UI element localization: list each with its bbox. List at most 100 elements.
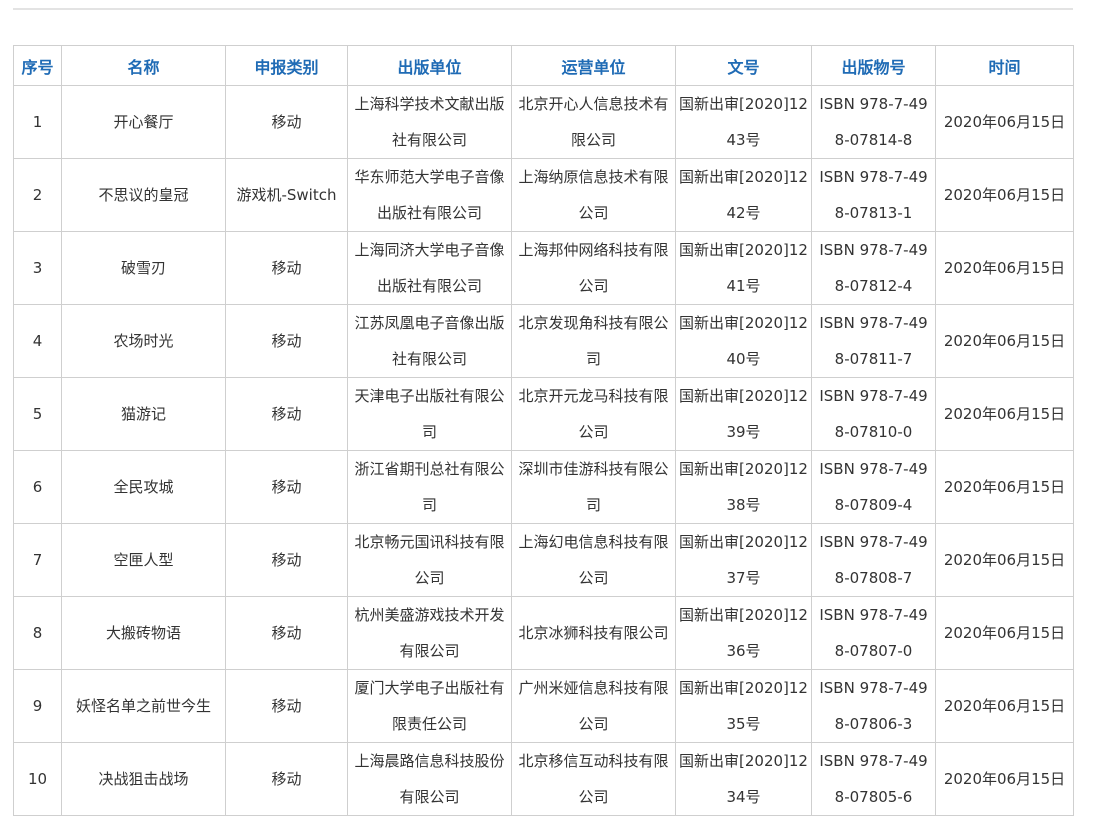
cell-name: 破雪刃 bbox=[61, 231, 226, 305]
cell-index: 10 bbox=[13, 742, 62, 816]
cell-publisher: 华东师范大学电子音像出版社有限公司 bbox=[347, 158, 512, 232]
cell-publisher: 杭州美盛游戏技术开发有限公司 bbox=[347, 596, 512, 670]
cell-name: 农场时光 bbox=[61, 304, 226, 378]
table-row: 5 猫游记 移动 天津电子出版社有限公司 北京开元龙马科技有限公司 国新出审[2020]1… bbox=[13, 377, 1074, 451]
cell-index: 5 bbox=[13, 377, 62, 451]
cell-isbn: ISBN 978-7-498-07808-7 bbox=[811, 523, 936, 597]
cell-date: 2020年06月15日 bbox=[935, 450, 1074, 524]
cell-name: 开心餐厅 bbox=[61, 85, 226, 159]
cell-index: 7 bbox=[13, 523, 62, 597]
cell-publisher: 浙江省期刊总社有限公司 bbox=[347, 450, 512, 524]
cell-index: 8 bbox=[13, 596, 62, 670]
table-header-row: 序号 名称 申报类别 出版单位 运营单位 文号 出版物号 时间 bbox=[13, 45, 1074, 86]
cell-date: 2020年06月15日 bbox=[935, 231, 1074, 305]
table-row: 3 破雪刃 移动 上海同济大学电子音像出版社有限公司 上海邦仲网络科技有限公司 国新出审[… bbox=[13, 231, 1074, 305]
cell-date: 2020年06月15日 bbox=[935, 304, 1074, 378]
cell-operator: 北京冰狮科技有限公司 bbox=[511, 596, 676, 670]
cell-category: 移动 bbox=[225, 742, 348, 816]
cell-date: 2020年06月15日 bbox=[935, 85, 1074, 159]
cell-isbn: ISBN 978-7-498-07807-0 bbox=[811, 596, 936, 670]
cell-publisher: 上海同济大学电子音像出版社有限公司 bbox=[347, 231, 512, 305]
cell-name: 大搬砖物语 bbox=[61, 596, 226, 670]
cell-approval-number: 国新出审[2020]1240号 bbox=[675, 304, 812, 378]
cell-publisher: 江苏凤凰电子音像出版社有限公司 bbox=[347, 304, 512, 378]
cell-name: 全民攻城 bbox=[61, 450, 226, 524]
cell-operator: 深圳市佳游科技有限公司 bbox=[511, 450, 676, 524]
cell-name: 空匣人型 bbox=[61, 523, 226, 597]
header-category: 申报类别 bbox=[225, 45, 348, 86]
cell-publisher: 上海科学技术文献出版社有限公司 bbox=[347, 85, 512, 159]
top-divider bbox=[13, 8, 1073, 10]
cell-isbn: ISBN 978-7-498-07812-4 bbox=[811, 231, 936, 305]
table-body: 1 开心餐厅 移动 上海科学技术文献出版社有限公司 北京开心人信息技术有限公司 国新出审[… bbox=[13, 85, 1074, 816]
cell-category: 移动 bbox=[225, 85, 348, 159]
cell-approval-number: 国新出审[2020]1234号 bbox=[675, 742, 812, 816]
table-row: 7 空匣人型 移动 北京畅元国讯科技有限公司 上海幻电信息科技有限公司 国新出审[2020… bbox=[13, 523, 1074, 597]
table-row: 2 不思议的皇冠 游戏机-Switch 华东师范大学电子音像出版社有限公司 上海纳原信息… bbox=[13, 158, 1074, 232]
cell-publisher: 上海晨路信息科技股份有限公司 bbox=[347, 742, 512, 816]
game-approval-table: 序号 名称 申报类别 出版单位 运营单位 文号 出版物号 时间 1 开心餐厅 移动上… bbox=[13, 45, 1074, 816]
cell-approval-number: 国新出审[2020]1237号 bbox=[675, 523, 812, 597]
cell-name: 妖怪名单之前世今生 bbox=[61, 669, 226, 743]
cell-category: 移动 bbox=[225, 377, 348, 451]
cell-approval-number: 国新出审[2020]1242号 bbox=[675, 158, 812, 232]
cell-approval-number: 国新出审[2020]1238号 bbox=[675, 450, 812, 524]
cell-date: 2020年06月15日 bbox=[935, 377, 1074, 451]
cell-date: 2020年06月15日 bbox=[935, 742, 1074, 816]
cell-approval-number: 国新出审[2020]1243号 bbox=[675, 85, 812, 159]
cell-category: 移动 bbox=[225, 669, 348, 743]
cell-index: 4 bbox=[13, 304, 62, 378]
cell-operator: 北京开元龙马科技有限公司 bbox=[511, 377, 676, 451]
cell-isbn: ISBN 978-7-498-07813-1 bbox=[811, 158, 936, 232]
table-row: 10 决战狙击战场 移动 上海晨路信息科技股份有限公司 北京移信互动科技有限公司 国新出审… bbox=[13, 742, 1074, 816]
cell-operator: 上海幻电信息科技有限公司 bbox=[511, 523, 676, 597]
cell-category: 移动 bbox=[225, 450, 348, 524]
table-row: 6 全民攻城 移动 浙江省期刊总社有限公司 深圳市佳游科技有限公司 国新出审[2020]1… bbox=[13, 450, 1074, 524]
cell-index: 1 bbox=[13, 85, 62, 159]
table-row: 4 农场时光 移动 江苏凤凰电子音像出版社有限公司 北京发现角科技有限公司 国新出审[20… bbox=[13, 304, 1074, 378]
cell-approval-number: 国新出审[2020]1241号 bbox=[675, 231, 812, 305]
cell-operator: 北京移信互动科技有限公司 bbox=[511, 742, 676, 816]
header-publisher: 出版单位 bbox=[347, 45, 512, 86]
cell-publisher: 厦门大学电子出版社有限责任公司 bbox=[347, 669, 512, 743]
cell-category: 移动 bbox=[225, 304, 348, 378]
cell-index: 2 bbox=[13, 158, 62, 232]
cell-date: 2020年06月15日 bbox=[935, 523, 1074, 597]
cell-publisher: 北京畅元国讯科技有限公司 bbox=[347, 523, 512, 597]
table-row: 9 妖怪名单之前世今生 移动 厦门大学电子出版社有限责任公司 广州米娅信息科技有限公司国… bbox=[13, 669, 1074, 743]
cell-approval-number: 国新出审[2020]1239号 bbox=[675, 377, 812, 451]
cell-index: 3 bbox=[13, 231, 62, 305]
cell-isbn: ISBN 978-7-498-07814-8 bbox=[811, 85, 936, 159]
cell-isbn: ISBN 978-7-498-07810-0 bbox=[811, 377, 936, 451]
cell-isbn: ISBN 978-7-498-07805-6 bbox=[811, 742, 936, 816]
cell-operator: 北京开心人信息技术有限公司 bbox=[511, 85, 676, 159]
cell-isbn: ISBN 978-7-498-07806-3 bbox=[811, 669, 936, 743]
header-approval-number: 文号 bbox=[675, 45, 812, 86]
cell-operator: 上海纳原信息技术有限公司 bbox=[511, 158, 676, 232]
cell-category: 移动 bbox=[225, 523, 348, 597]
header-date: 时间 bbox=[935, 45, 1074, 86]
cell-date: 2020年06月15日 bbox=[935, 596, 1074, 670]
cell-approval-number: 国新出审[2020]1236号 bbox=[675, 596, 812, 670]
cell-isbn: ISBN 978-7-498-07809-4 bbox=[811, 450, 936, 524]
cell-category: 移动 bbox=[225, 596, 348, 670]
cell-name: 决战狙击战场 bbox=[61, 742, 226, 816]
cell-approval-number: 国新出审[2020]1235号 bbox=[675, 669, 812, 743]
cell-date: 2020年06月15日 bbox=[935, 669, 1074, 743]
table-row: 8 大搬砖物语 移动 杭州美盛游戏技术开发有限公司 北京冰狮科技有限公司 国新出审[202… bbox=[13, 596, 1074, 670]
header-index: 序号 bbox=[13, 45, 62, 86]
cell-isbn: ISBN 978-7-498-07811-7 bbox=[811, 304, 936, 378]
header-isbn: 出版物号 bbox=[811, 45, 936, 86]
cell-name: 猫游记 bbox=[61, 377, 226, 451]
cell-date: 2020年06月15日 bbox=[935, 158, 1074, 232]
cell-category: 移动 bbox=[225, 231, 348, 305]
header-name: 名称 bbox=[61, 45, 226, 86]
cell-index: 9 bbox=[13, 669, 62, 743]
cell-category: 游戏机-Switch bbox=[225, 158, 348, 232]
cell-operator: 北京发现角科技有限公司 bbox=[511, 304, 676, 378]
cell-operator: 广州米娅信息科技有限公司 bbox=[511, 669, 676, 743]
cell-name: 不思议的皇冠 bbox=[61, 158, 226, 232]
cell-publisher: 天津电子出版社有限公司 bbox=[347, 377, 512, 451]
cell-operator: 上海邦仲网络科技有限公司 bbox=[511, 231, 676, 305]
header-operator: 运营单位 bbox=[511, 45, 676, 86]
